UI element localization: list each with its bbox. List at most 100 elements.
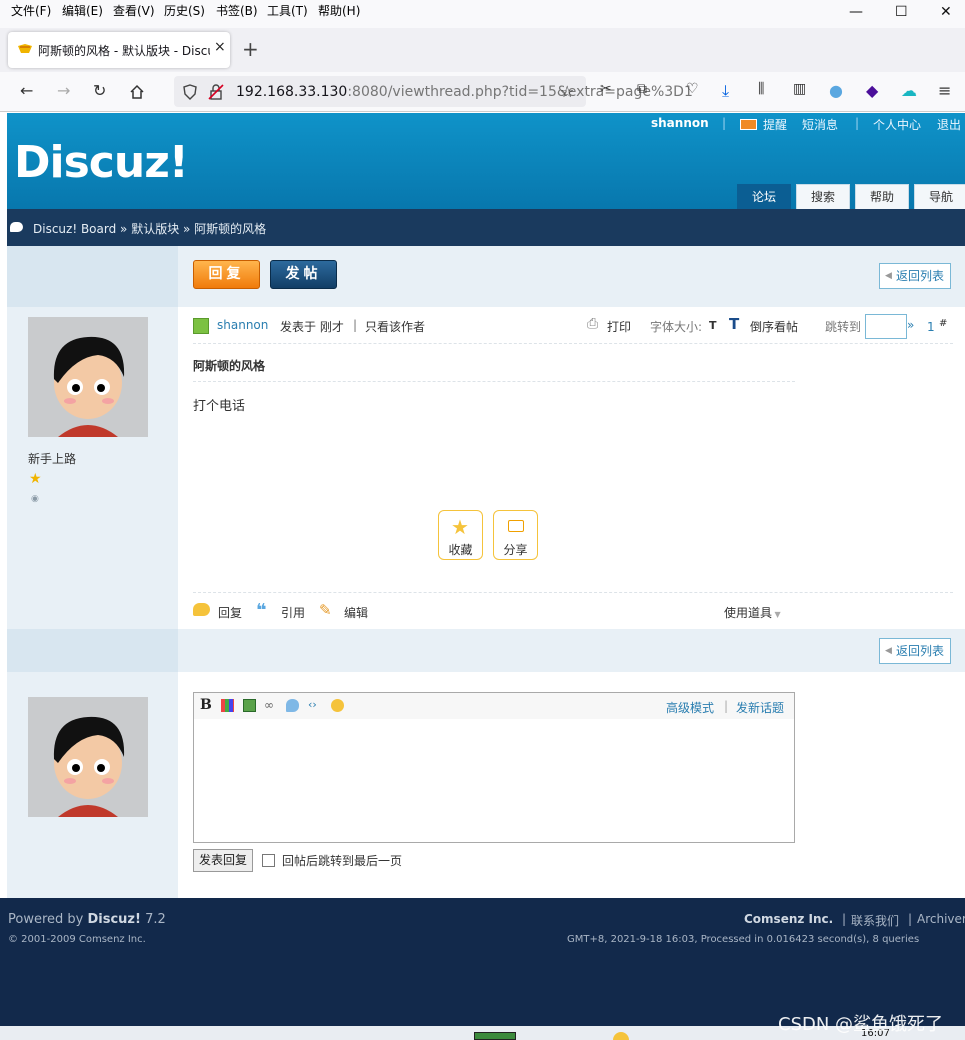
- taskbar-app-icon[interactable]: [613, 1032, 629, 1040]
- cloud-icon[interactable]: ☁: [901, 81, 917, 100]
- menu-help[interactable]: 帮助(H): [318, 2, 360, 19]
- author-link[interactable]: shannon: [217, 318, 268, 332]
- favicon-icon: [18, 44, 32, 53]
- url-bar[interactable]: 192.168.33.130:8080/viewthread.php?tid=1…: [174, 76, 693, 107]
- back-icon[interactable]: ←: [20, 81, 33, 100]
- edit-link[interactable]: 编辑: [344, 604, 368, 621]
- home-icon[interactable]: [129, 84, 145, 100]
- top-action-band: [7, 246, 965, 307]
- smiley-icon[interactable]: [331, 699, 344, 712]
- share-button[interactable]: 分享: [493, 510, 538, 560]
- jump-input[interactable]: [865, 314, 907, 339]
- menu-tools[interactable]: 工具(T): [267, 2, 308, 19]
- hamburger-menu-icon[interactable]: ≡: [938, 81, 951, 100]
- sidebar-icon[interactable]: ▥: [793, 81, 806, 97]
- taskbar-app-icon[interactable]: [474, 1032, 516, 1040]
- bookmark-star-icon[interactable]: ☆: [560, 82, 574, 101]
- download-icon[interactable]: ⤓: [722, 81, 729, 101]
- nav-forum[interactable]: 论坛: [737, 184, 791, 209]
- screenshot-icon[interactable]: ✂: [600, 81, 612, 97]
- remind-link[interactable]: 提醒: [763, 116, 787, 133]
- reply-link[interactable]: 回复: [218, 604, 242, 621]
- navigation-bar: ← → ↻ 192.168.33.130:8080/viewthread.php…: [0, 72, 965, 112]
- menu-edit[interactable]: 编辑(E): [62, 2, 103, 19]
- bold-button[interactable]: B: [200, 697, 212, 713]
- user-center-link[interactable]: 个人中心: [873, 116, 921, 133]
- maximize-icon[interactable]: ☐: [895, 4, 908, 20]
- new-tab-icon[interactable]: +: [242, 37, 259, 61]
- shield-icon[interactable]: [182, 84, 198, 100]
- back-to-list-label: 返回列表: [896, 269, 945, 283]
- new-post-button[interactable]: 发帖: [270, 260, 337, 289]
- advanced-mode-link[interactable]: 高级模式: [666, 699, 714, 716]
- nav-navigation[interactable]: 导航: [914, 184, 965, 209]
- back-to-list-button[interactable]: ◀ 返回列表: [879, 263, 951, 289]
- back-to-list-button-bottom[interactable]: ◀ 返回列表: [879, 638, 951, 664]
- reverse-order-link[interactable]: 倒序看帖: [750, 318, 798, 335]
- printer-icon: ⎙: [587, 316, 599, 332]
- forward-icon[interactable]: →: [57, 81, 70, 100]
- divider: [193, 343, 953, 344]
- browser-tab[interactable]: 阿斯顿的风格 - 默认版块 - Discuz! Board ×: [8, 32, 230, 68]
- tab-strip: 阿斯顿的风格 - 默认版块 - Discuz! Board × +: [0, 28, 965, 72]
- font-large-button[interactable]: T: [729, 315, 739, 333]
- sync-icon[interactable]: ●: [829, 81, 843, 100]
- font-small-button[interactable]: T: [709, 319, 717, 332]
- quote-link[interactable]: 引用: [281, 604, 305, 621]
- separator: |: [353, 318, 358, 332]
- post-time: 发表于 刚才: [280, 320, 344, 334]
- color-icon[interactable]: [221, 699, 234, 712]
- footer: Powered by Discuz! 7.2 © 2001-2009 Comse…: [0, 898, 965, 1026]
- pocket-icon[interactable]: ♡: [686, 81, 699, 97]
- link-icon[interactable]: ∞: [264, 698, 274, 712]
- breadcrumb: Discuz! Board » 默认版块 » 阿斯顿的风格: [7, 209, 965, 246]
- print-link[interactable]: 打印: [607, 318, 631, 335]
- jump-arrow[interactable]: »: [907, 318, 914, 332]
- tab-close-icon[interactable]: ×: [214, 39, 226, 55]
- quote-icon: ❝: [256, 600, 267, 621]
- nav-search[interactable]: 搜索: [796, 184, 850, 209]
- browser-menubar: 文件(F) 编辑(E) 查看(V) 历史(S) 书签(B) 工具(T) 帮助(H…: [0, 0, 965, 28]
- tab-title: 阿斯顿的风格 - 默认版块 - Discuz! Board: [38, 44, 210, 58]
- reply-button[interactable]: 回复: [193, 260, 260, 289]
- new-topic-link[interactable]: 发新话题: [736, 699, 784, 716]
- image-icon[interactable]: [243, 699, 256, 712]
- menu-history[interactable]: 历史(S): [164, 2, 205, 19]
- floor-number[interactable]: 1: [927, 320, 935, 334]
- divider: [193, 592, 953, 593]
- logout-link[interactable]: 退出: [937, 116, 961, 133]
- menu-file[interactable]: 文件(F): [11, 2, 51, 19]
- jump-last-label: 回帖后跳转到最后一页: [282, 854, 403, 868]
- breadcrumb-text[interactable]: Discuz! Board » 默认版块 » 阿斯顿的风格: [33, 220, 266, 237]
- favorite-button[interactable]: ★ 收藏: [438, 510, 483, 560]
- favorite-label: 收藏: [448, 543, 473, 557]
- avatar[interactable]: [28, 697, 148, 817]
- forum-logo[interactable]: Discuz!: [14, 137, 189, 188]
- code-icon[interactable]: ‹›: [308, 698, 317, 711]
- jump-last-checkbox[interactable]: [262, 854, 275, 867]
- close-window-icon[interactable]: ✕: [940, 4, 952, 20]
- minimize-icon[interactable]: —: [849, 4, 863, 20]
- extensions-icon[interactable]: ⧉: [637, 81, 647, 97]
- reply-textarea[interactable]: [194, 720, 794, 842]
- avatar[interactable]: [28, 317, 148, 437]
- star-icon: ★: [29, 471, 42, 487]
- menu-bookmarks[interactable]: 书签(B): [216, 2, 258, 19]
- username-link[interactable]: shannon: [651, 116, 709, 130]
- submit-reply-button[interactable]: 发表回复: [193, 849, 253, 872]
- insecure-lock-icon[interactable]: [208, 84, 224, 100]
- quote-bubble-icon[interactable]: [286, 699, 299, 712]
- use-tools-menu[interactable]: 使用道具 ▼: [724, 604, 781, 621]
- archiver-link[interactable]: Archiver: [917, 912, 965, 926]
- contact-link[interactable]: 联系我们: [851, 912, 899, 929]
- menu-view[interactable]: 查看(V): [113, 2, 155, 19]
- company-link[interactable]: Comsenz Inc.: [744, 912, 833, 926]
- only-author-link[interactable]: 只看该作者: [365, 318, 425, 335]
- library-icon[interactable]: ⫼: [758, 81, 764, 97]
- nav-help[interactable]: 帮助: [855, 184, 909, 209]
- separator: |: [722, 116, 727, 130]
- arrow-left-icon: ◀: [885, 271, 892, 281]
- reload-icon[interactable]: ↻: [93, 81, 106, 100]
- messages-link[interactable]: 短消息: [802, 116, 838, 133]
- addon-purple-icon[interactable]: ◆: [866, 81, 878, 100]
